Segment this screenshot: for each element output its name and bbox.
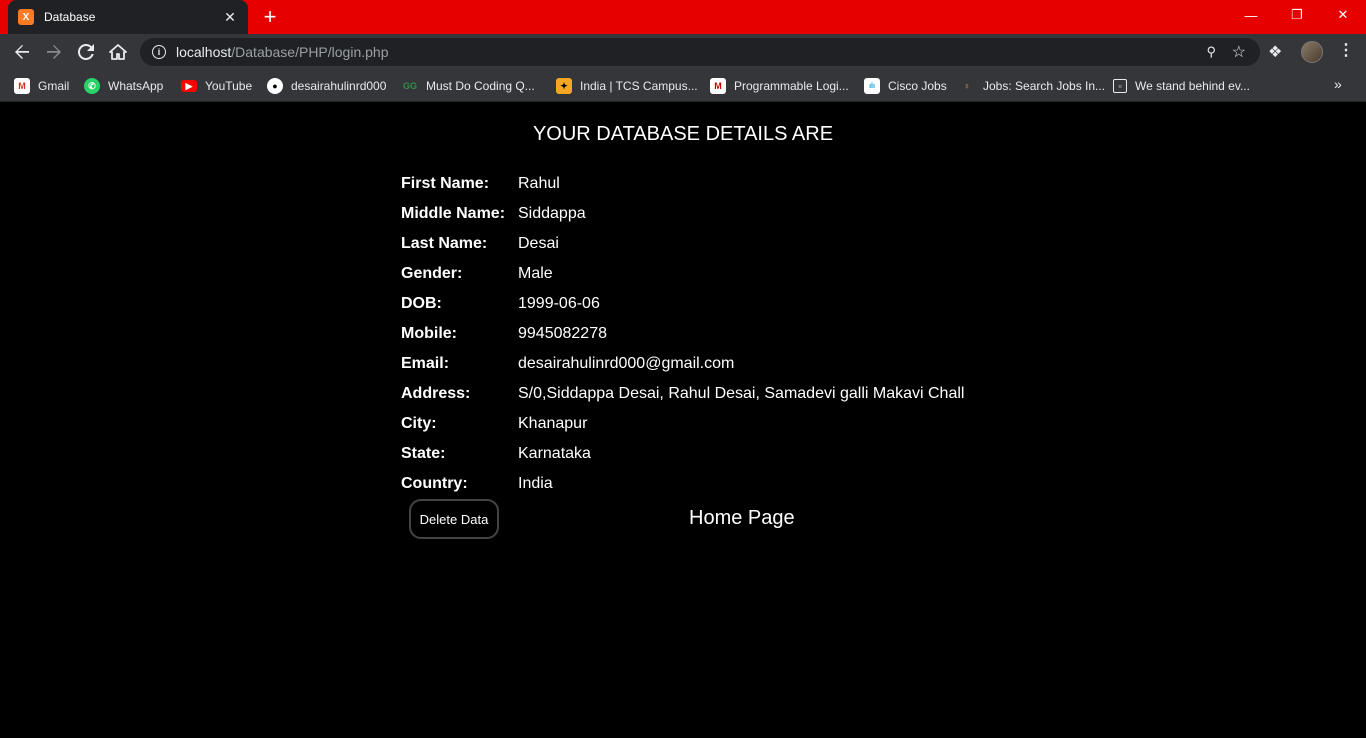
bookmark-we-stand[interactable]: ▫ We stand behind ev...	[1113, 76, 1250, 96]
city-label: City:	[401, 415, 437, 432]
home-page-link[interactable]: Home Page	[689, 507, 795, 530]
table-row: Last Name: Desai	[401, 229, 964, 259]
tcs-icon: ✦	[556, 78, 572, 94]
table-row: Email: desairahulinrd000@gmail.com	[401, 349, 964, 379]
gfg-icon: GG	[402, 81, 417, 91]
state-label: State:	[401, 445, 446, 462]
state-value: Karnataka	[518, 445, 591, 462]
country-label: Country:	[401, 475, 468, 492]
restore-icon[interactable]: ❐	[1274, 0, 1320, 30]
gmail-icon: M	[14, 78, 30, 94]
home-icon[interactable]	[102, 36, 134, 68]
browser-titlebar: X Database ✕ + — ❐ ✕	[0, 0, 1366, 34]
plc-icon: M	[710, 78, 726, 94]
bookmark-label: India | TCS Campus...	[580, 79, 698, 93]
cisco-icon: ılı	[864, 78, 880, 94]
browser-toolbar: i localhost/Database/PHP/login.php ⚲ ☆ ❖…	[0, 34, 1366, 70]
more-bookmarks-icon[interactable]: »	[1334, 76, 1342, 92]
address-value: S/0,Siddappa Desai, Rahul Desai, Samadev…	[518, 385, 965, 402]
first-name-value: Rahul	[518, 175, 560, 192]
bookmark-label: WhatsApp	[108, 79, 164, 93]
bookmarks-bar: M Gmail ✆ WhatsApp ▶ YouTube ● desairahu…	[0, 70, 1366, 102]
dob-label: DOB:	[401, 295, 442, 312]
close-tab-icon[interactable]: ✕	[222, 9, 238, 25]
url-text[interactable]: localhost/Database/PHP/login.php	[176, 44, 388, 60]
page-content: YOUR DATABASE DETAILS ARE First Name: Ra…	[0, 103, 1366, 738]
table-row: City: Khanapur	[401, 409, 964, 439]
dob-value: 1999-06-06	[518, 295, 600, 312]
minimize-icon[interactable]: —	[1228, 0, 1274, 30]
table-row: Gender: Male	[401, 259, 964, 289]
last-name-value: Desai	[518, 235, 559, 252]
xampp-favicon-icon: X	[18, 9, 34, 25]
bookmark-cisco[interactable]: ılı Cisco Jobs	[864, 76, 947, 96]
last-name-label: Last Name:	[401, 235, 488, 252]
details-table: First Name: Rahul Middle Name: Siddappa …	[399, 169, 966, 499]
bookmark-gfg[interactable]: GG Must Do Coding Q...	[402, 76, 535, 96]
new-tab-icon[interactable]: +	[258, 5, 282, 29]
extensions-puzzle-icon[interactable]: ❖	[1268, 42, 1282, 62]
email-label: Email:	[401, 355, 450, 372]
country-value: India	[518, 475, 553, 492]
email-value: desairahulinrd000@gmail.com	[518, 355, 735, 372]
bookmark-label: Jobs: Search Jobs In...	[983, 79, 1106, 93]
table-row: Middle Name: Siddappa	[401, 199, 964, 229]
table-row: Address: S/0,Siddappa Desai, Rahul Desai…	[401, 379, 964, 409]
table-row: Mobile: 9945082278	[401, 319, 964, 349]
jobs-icon: ♀	[963, 81, 971, 91]
middle-name-label: Middle Name:	[401, 205, 506, 222]
back-icon[interactable]	[6, 36, 38, 68]
bookmark-label: Programmable Logi...	[734, 79, 849, 93]
bookmark-label: We stand behind ev...	[1135, 79, 1250, 93]
bookmark-label: Gmail	[38, 79, 70, 93]
reload-icon[interactable]	[70, 36, 102, 68]
first-name-label: First Name:	[401, 175, 490, 192]
gender-label: Gender:	[401, 265, 463, 282]
address-label: Address:	[401, 385, 471, 402]
bookmark-gmail[interactable]: M Gmail	[14, 76, 69, 96]
bookmark-tcs[interactable]: ✦ India | TCS Campus...	[556, 76, 698, 96]
bookmark-label: Must Do Coding Q...	[426, 79, 535, 93]
bookmark-label: Cisco Jobs	[888, 79, 947, 93]
window-close-icon[interactable]: ✕	[1320, 0, 1366, 30]
key-icon[interactable]: ⚲	[1206, 44, 1216, 60]
table-row: First Name: Rahul	[401, 169, 964, 199]
city-value: Khanapur	[518, 415, 588, 432]
bookmark-jobs[interactable]: ♀ Jobs: Search Jobs In...	[959, 76, 1105, 96]
mobile-label: Mobile:	[401, 325, 457, 342]
middle-name-value: Siddappa	[518, 205, 586, 222]
info-icon[interactable]: i	[152, 45, 166, 59]
forward-icon[interactable]	[38, 36, 70, 68]
bookmark-plc[interactable]: M Programmable Logi...	[710, 76, 849, 96]
bookmark-whatsapp[interactable]: ✆ WhatsApp	[84, 76, 163, 96]
bookmark-youtube[interactable]: ▶ YouTube	[181, 76, 252, 96]
profile-avatar[interactable]	[1301, 41, 1323, 63]
bookmark-label: YouTube	[205, 79, 253, 93]
mobile-value: 9945082278	[518, 325, 607, 342]
table-row: DOB: 1999-06-06	[401, 289, 964, 319]
address-bar[interactable]: i localhost/Database/PHP/login.php ⚲ ☆	[140, 38, 1260, 66]
tab-title: Database	[44, 10, 96, 24]
menu-dots-icon[interactable]: ⋮	[1338, 40, 1354, 60]
github-icon: ●	[267, 78, 283, 94]
browser-tab[interactable]: X Database ✕	[8, 0, 248, 34]
table-row: Country: India	[401, 469, 964, 499]
bookmark-github[interactable]: ● desairahulinrd000	[267, 76, 386, 96]
gender-value: Male	[518, 265, 553, 282]
whatsapp-icon: ✆	[84, 78, 100, 94]
youtube-icon: ▶	[181, 80, 197, 92]
page-title: YOUR DATABASE DETAILS ARE	[532, 123, 834, 145]
bookmark-label: desairahulinrd000	[291, 79, 387, 93]
star-icon[interactable]: ☆	[1232, 42, 1246, 62]
table-row: State: Karnataka	[401, 439, 964, 469]
page-icon: ▫	[1113, 79, 1127, 93]
delete-data-button[interactable]: Delete Data	[409, 499, 499, 539]
